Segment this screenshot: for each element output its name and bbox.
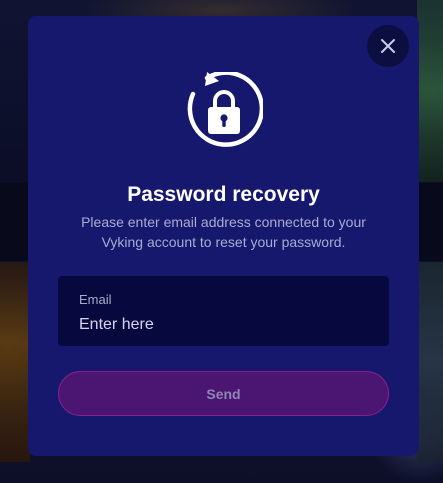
modal-description: Please enter email address connected to …: [81, 214, 366, 250]
send-button[interactable]: Send: [58, 371, 389, 416]
background-game-tile-right: [417, 262, 443, 462]
email-field-label: Email: [79, 292, 112, 307]
email-field[interactable]: Email: [58, 276, 389, 346]
lock-reset-icon: [187, 72, 263, 147]
background-game-tile-top-right: [417, 0, 443, 182]
background-game-tile-left: [0, 262, 30, 462]
modal-title: Password recovery: [127, 183, 320, 206]
email-input[interactable]: [79, 314, 369, 336]
close-icon: [381, 39, 395, 53]
close-button[interactable]: [367, 25, 409, 67]
